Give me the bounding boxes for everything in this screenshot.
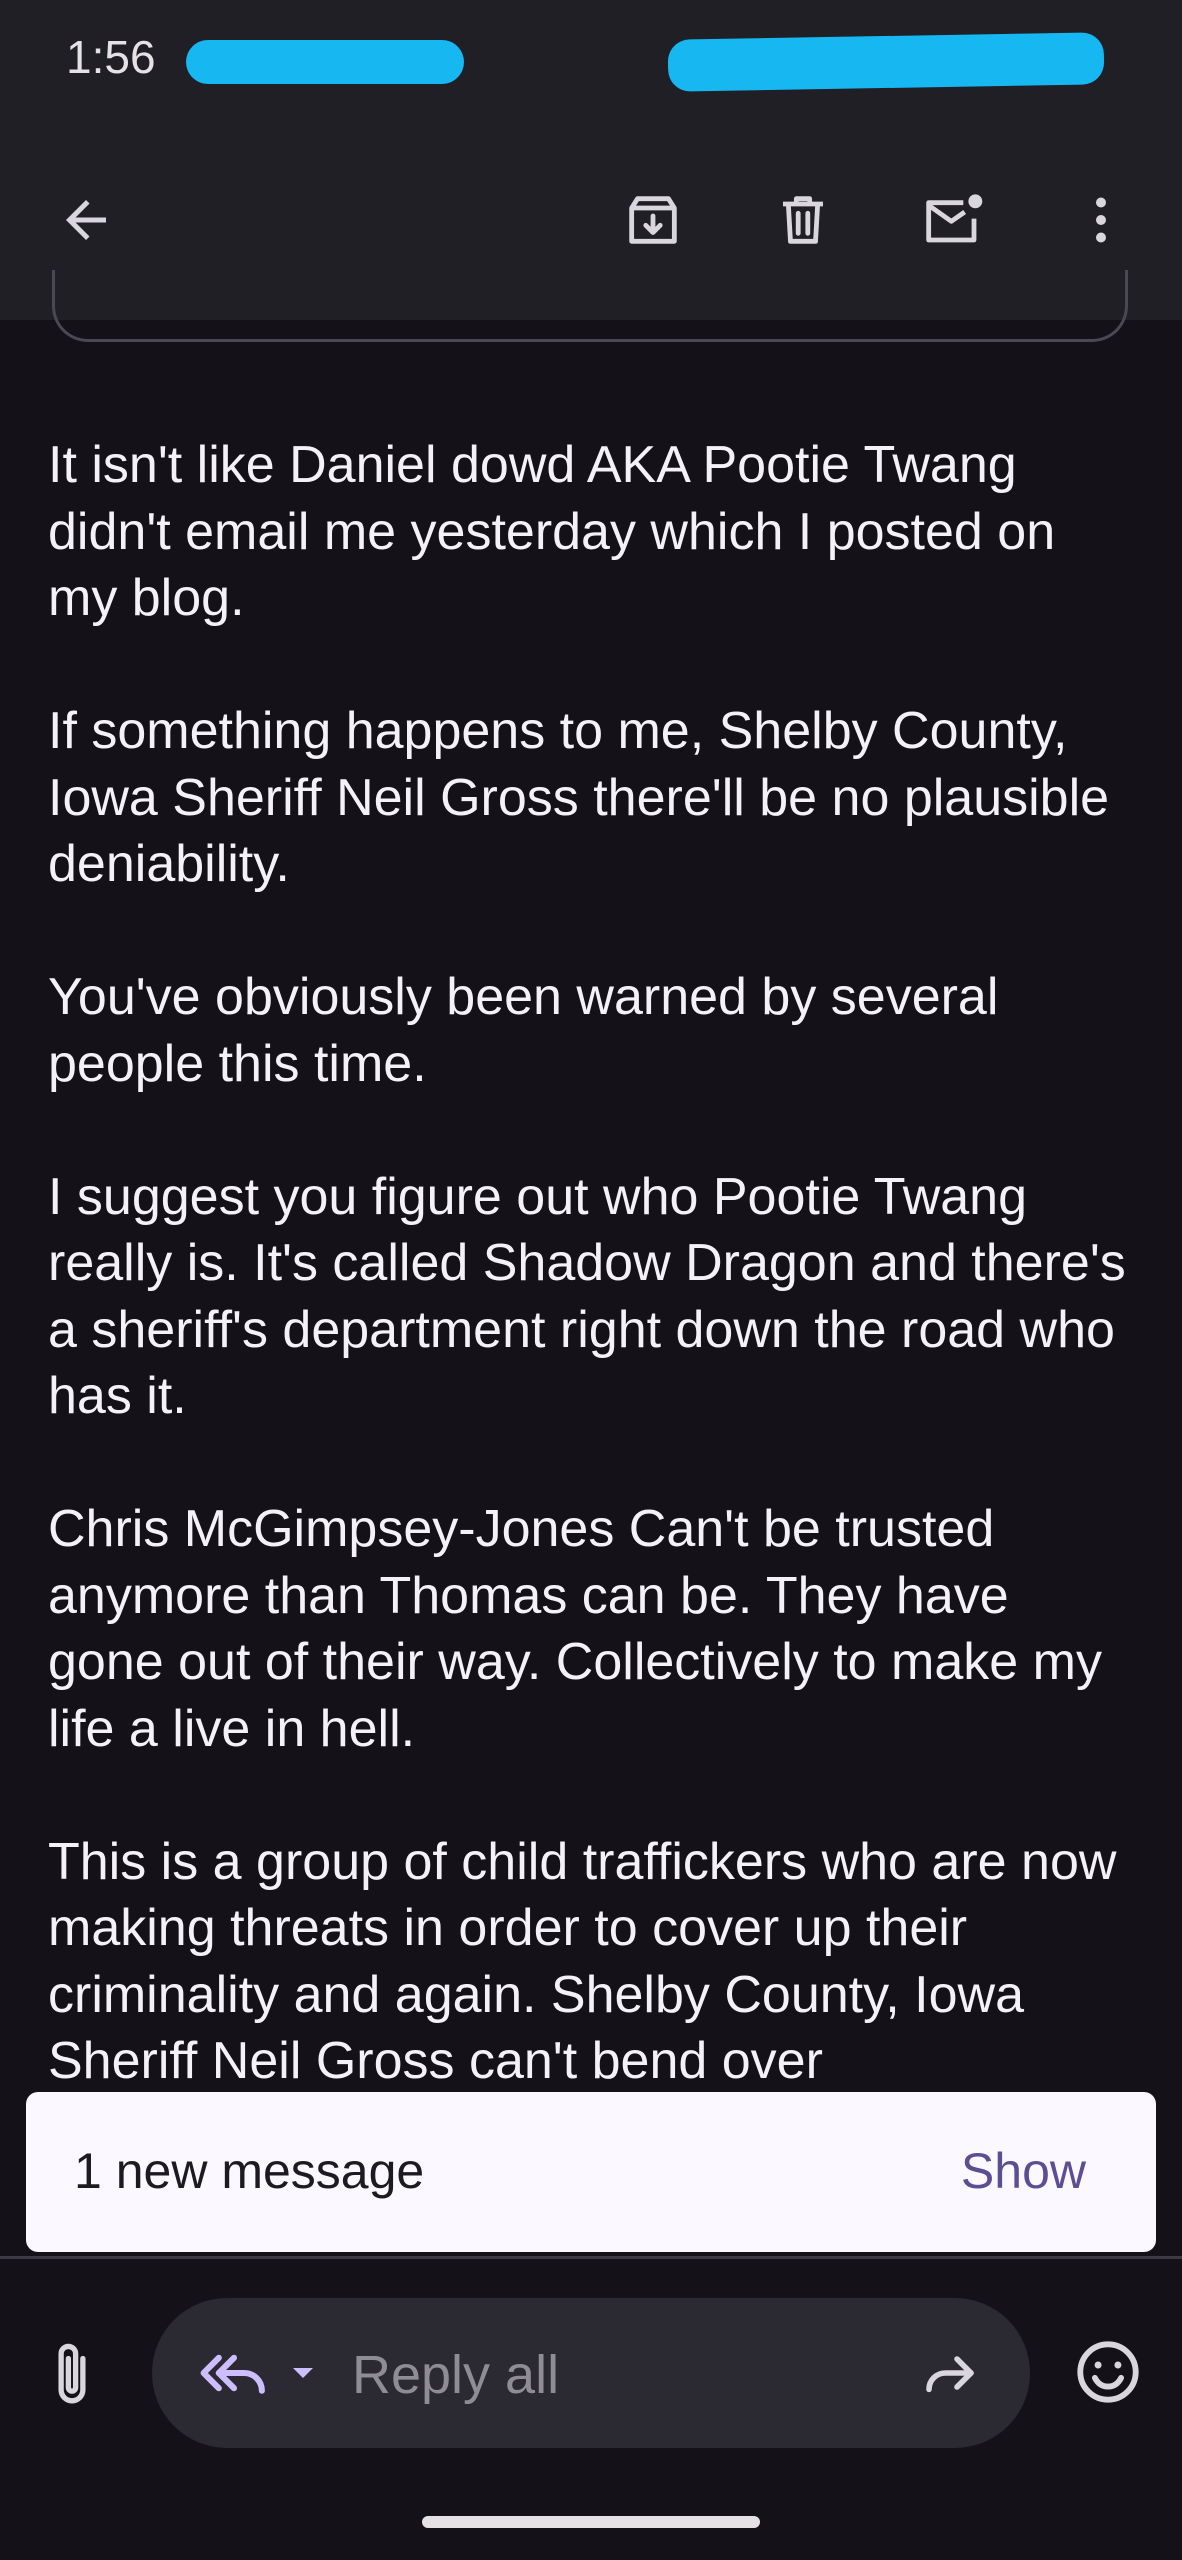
- email-paragraph-5: Chris McGimpsey-Jones Can't be trusted a…: [48, 1500, 1102, 1758]
- reply-all-field[interactable]: Reply all: [152, 2298, 1030, 2448]
- more-vert-icon: [1096, 197, 1106, 243]
- email-paragraph-2: If something happens to me, Shelby Count…: [48, 702, 1110, 893]
- email-paragraph-3: You've obviously been warned by several …: [48, 968, 999, 1093]
- redaction-mark-right: [667, 32, 1105, 92]
- status-bar: 1:56: [0, 0, 1182, 124]
- mark-unread-button[interactable]: [906, 172, 1002, 268]
- reply-all-icon-wrap: [194, 2338, 274, 2408]
- attach-button[interactable]: [36, 2330, 108, 2416]
- delete-button[interactable]: [755, 172, 851, 268]
- show-button[interactable]: Show: [961, 2142, 1086, 2200]
- delete-icon: [783, 196, 823, 244]
- emoji-icon: [1077, 2341, 1139, 2403]
- email-screen: 1:56 It isn't like Daniel dowd AKA Pooti…: [0, 0, 1182, 2560]
- reply-all-icon: [200, 2354, 265, 2394]
- emoji-button[interactable]: [1066, 2330, 1150, 2414]
- mark-unread-icon: [926, 194, 983, 243]
- more-options-button[interactable]: [1053, 172, 1149, 268]
- header-card-edge: [52, 270, 1128, 342]
- reply-type-dropdown[interactable]: [278, 2348, 328, 2398]
- email-paragraph-1: It isn't like Daniel dowd AKA Pootie Twa…: [48, 436, 1056, 627]
- forward-icon: [926, 2356, 974, 2393]
- snackbar-message: 1 new message: [74, 2143, 425, 2199]
- back-arrow-icon: [66, 200, 106, 240]
- home-indicator[interactable]: [422, 2516, 760, 2528]
- email-paragraph-6: This is a group of child traffickers who…: [48, 1832, 1117, 2091]
- email-paragraph-4: I suggest you figure out who Pootie Twan…: [48, 1167, 1126, 1426]
- email-body: It isn't like Daniel dowd AKA Pootie Twa…: [48, 432, 1138, 2092]
- archive-icon: [629, 196, 677, 244]
- archive-button[interactable]: [605, 172, 701, 268]
- status-time: 1:56: [66, 31, 156, 83]
- back-button[interactable]: [38, 172, 134, 268]
- forward-button[interactable]: [910, 2338, 990, 2408]
- chevron-down-icon: [293, 2368, 313, 2378]
- new-message-snackbar: 1 new message Show: [26, 2092, 1156, 2252]
- attachment-icon: [58, 2343, 86, 2404]
- reply-all-label: Reply all: [352, 2345, 560, 2405]
- redaction-mark-left: [186, 40, 464, 84]
